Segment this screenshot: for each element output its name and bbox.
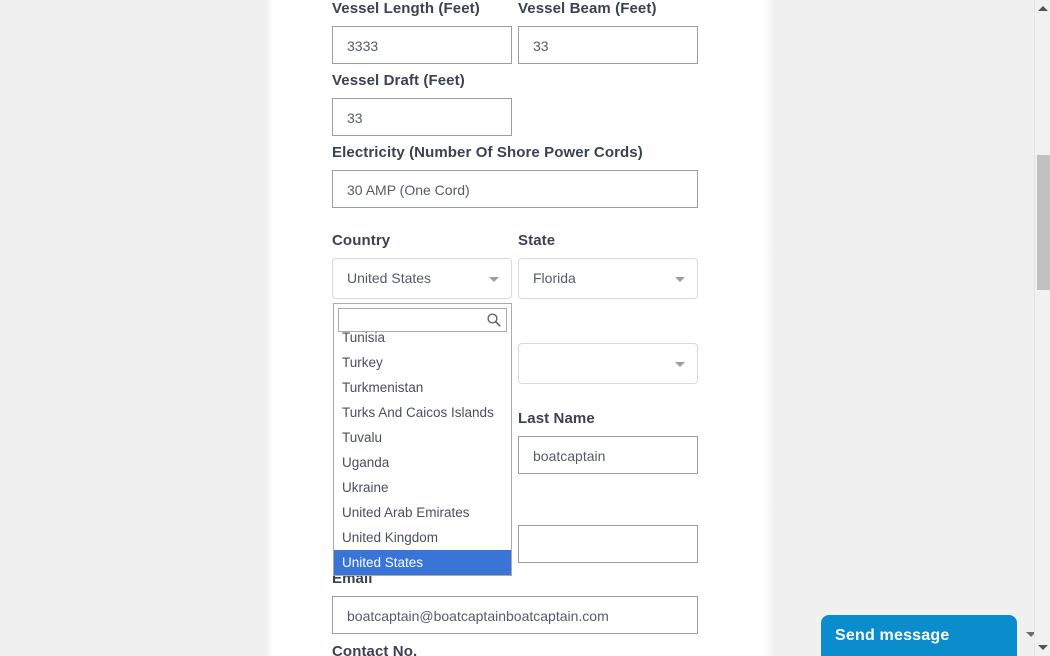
field-vessel-draft: Vessel Draft (Feet) 33	[332, 72, 512, 136]
field-vessel-length: Vessel Length (Feet) 3333	[332, 0, 512, 64]
field-electricity: Electricity (Number Of Shore Power Cords…	[332, 144, 698, 208]
country-option[interactable]: United Kingdom	[334, 525, 511, 550]
country-option[interactable]: Tuvalu	[334, 425, 511, 450]
label-vessel-length: Vessel Length (Feet)	[332, 0, 480, 17]
label-electricity: Electricity (Number Of Shore Power Cords…	[332, 144, 643, 161]
select-city[interactable]	[518, 343, 698, 384]
field-last-name: Last Name boatcaptain	[518, 410, 698, 474]
input-electricity[interactable]: 30 AMP (One Cord)	[332, 170, 698, 208]
scroll-up-arrow-icon[interactable]	[1038, 6, 1048, 11]
label-country: Country	[332, 232, 391, 249]
chevron-down-icon	[675, 276, 685, 282]
country-option[interactable]: United Arab Emirates	[334, 500, 511, 525]
input-first-name[interactable]	[518, 525, 698, 563]
select-state[interactable]: Florida	[518, 258, 698, 299]
input-vessel-draft[interactable]: 33	[332, 98, 512, 136]
label-state: State	[518, 232, 556, 249]
country-option[interactable]: Turkey	[334, 350, 511, 375]
scroll-down-arrow-icon[interactable]	[1038, 645, 1048, 650]
field-country: Country United States	[332, 232, 512, 299]
country-option-list[interactable]: Tunisia Turkey Turkmenistan Turks And Caico…	[334, 325, 511, 575]
label-vessel-beam: Vessel Beam (Feet)	[518, 0, 657, 17]
country-option[interactable]: Ukraine	[334, 475, 511, 500]
label-last-name: Last Name	[518, 410, 595, 427]
scrollbar-thumb[interactable]	[1037, 155, 1050, 290]
country-dropdown-panel[interactable]: Tunisia Turkey Turkmenistan Turks And Caico…	[333, 303, 512, 576]
label-vessel-draft: Vessel Draft (Feet)	[332, 72, 465, 89]
select-country-value: United States	[347, 270, 432, 286]
country-option[interactable]: United States	[334, 550, 511, 575]
chat-widget[interactable]: Send message	[821, 615, 1017, 656]
chat-widget-label: Send message	[835, 627, 950, 644]
field-vessel-beam: Vessel Beam (Feet) 33	[518, 0, 698, 64]
country-option[interactable]: Uganda	[334, 450, 511, 475]
input-vessel-beam[interactable]: 33	[518, 26, 698, 64]
field-contact-no: Contact No.	[332, 643, 698, 656]
select-state-value: Florida	[533, 270, 576, 286]
field-city	[518, 343, 698, 384]
page-scrollbar[interactable]	[1034, 0, 1050, 656]
select-country[interactable]: United States	[332, 258, 512, 299]
country-option[interactable]: Tunisia	[334, 325, 511, 350]
input-vessel-length[interactable]: 3333	[332, 26, 512, 64]
input-last-name[interactable]: boatcaptain	[518, 436, 698, 474]
field-state: State Florida	[518, 232, 698, 299]
country-option[interactable]: Turks And Caicos Islands	[334, 400, 511, 425]
chevron-down-icon	[675, 361, 685, 367]
chevron-down-icon	[489, 276, 499, 282]
label-contact-no: Contact No.	[332, 643, 418, 656]
input-email[interactable]: boatcaptain@boatcaptainboatcaptain.com	[332, 596, 698, 634]
field-email: Email boatcaptain@boatcaptainboatcaptain…	[332, 570, 698, 634]
content-card-right-edge	[763, 0, 775, 656]
field-first-name	[518, 525, 698, 563]
country-option[interactable]: Turkmenistan	[334, 375, 511, 400]
